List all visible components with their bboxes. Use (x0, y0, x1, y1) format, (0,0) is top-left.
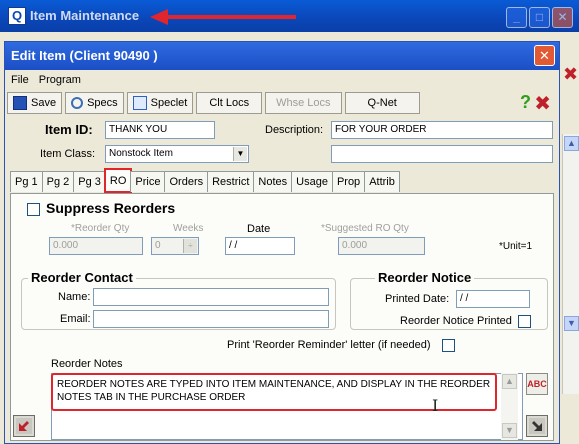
text-cursor-icon: I (432, 396, 439, 415)
speclet-button[interactable]: Speclet (126, 92, 194, 114)
maximize-button[interactable]: □ (529, 7, 550, 28)
email-field[interactable] (93, 310, 329, 328)
red-arrow-annotation (150, 9, 296, 25)
printed-date-field[interactable]: / / (456, 290, 530, 308)
item-id-field[interactable]: THANK YOU (105, 121, 215, 139)
item-class-select[interactable]: Nonstock Item ▼ (105, 145, 249, 163)
description-line2-field[interactable] (331, 145, 553, 163)
reorder-qty-field[interactable]: 0.000 (49, 237, 143, 255)
suppress-reorders-label: Suppress Reorders (46, 200, 176, 216)
date-field[interactable]: / / (225, 237, 295, 255)
suppress-reorders-checkbox[interactable] (27, 203, 40, 216)
reorder-qty-label: *Reorder Qty (71, 223, 130, 234)
email-label: Email: (60, 313, 91, 325)
item-id-label: Item ID: (45, 122, 93, 137)
specs-label: Specs (87, 97, 118, 109)
edit-item-dialog: Edit Item (Client 90490 ) ✕ File Program… (4, 41, 560, 444)
clt-locs-button[interactable]: Clt Locs (196, 92, 263, 114)
close-x-icon[interactable]: ✖ (534, 91, 551, 116)
tab-ro[interactable]: RO (103, 168, 133, 193)
menu-program[interactable]: Program (39, 74, 81, 86)
speclet-label: Speclet (150, 97, 188, 109)
name-field[interactable] (93, 288, 329, 306)
tab-restrict[interactable]: Restrict (207, 171, 255, 192)
date-label: Date (247, 223, 271, 235)
tab-attrib[interactable]: Attrib (364, 171, 400, 192)
app-icon: Q (8, 7, 26, 25)
tab-pg2[interactable]: Pg 2 (41, 171, 75, 192)
toolbar: Save Specs Speclet Clt Locs Whse Locs Q-… (7, 91, 557, 115)
help-icon[interactable]: ? (520, 92, 531, 113)
document-icon (132, 96, 147, 110)
unit-note: *Unit=1 (499, 241, 533, 252)
item-class-label: Item Class: (40, 148, 96, 160)
dialog-close-button[interactable]: ✕ (534, 45, 555, 66)
outer-close-icon[interactable]: ✖ (563, 64, 578, 85)
notes-scroll-down-icon[interactable]: ▼ (502, 423, 517, 438)
minimize-button[interactable]: _ (506, 7, 527, 28)
whse-locs-label: Whse Locs (276, 97, 331, 109)
tab-usage[interactable]: Usage (291, 171, 333, 192)
item-class-value: Nonstock Item (109, 148, 173, 159)
printed-date-label: Printed Date: (385, 293, 450, 305)
outer-window-title: Item Maintenance (30, 8, 140, 23)
tab-prop[interactable]: Prop (331, 171, 366, 192)
clt-locs-label: Clt Locs (209, 97, 250, 109)
menu-file[interactable]: File (11, 74, 29, 86)
print-reminder-label: Print 'Reorder Reminder' letter (if need… (227, 339, 431, 351)
weeks-spinner[interactable]: 0 ÷ (151, 237, 199, 255)
tab-pg1[interactable]: Pg 1 (10, 171, 43, 192)
next-record-button[interactable] (526, 415, 548, 437)
specs-button[interactable]: Specs (65, 92, 124, 114)
tab-strip: Pg 1 Pg 2 Pg 3 RO Price Orders Restrict … (10, 168, 400, 193)
suggested-ro-qty-field[interactable]: 0.000 (338, 237, 425, 255)
suggested-ro-qty-label: *Suggested RO Qty (321, 223, 409, 234)
qnet-label: Q-Net (367, 97, 397, 109)
reorder-notice-title: Reorder Notice (375, 270, 475, 285)
scroll-down-icon[interactable]: ▼ (564, 316, 579, 331)
save-label: Save (31, 97, 57, 109)
chevron-down-icon[interactable]: ▼ (233, 147, 247, 161)
notes-scroll-up-icon[interactable]: ▲ (502, 374, 517, 389)
reorder-notes-text: REORDER NOTES ARE TYPED INTO ITEM MAINTE… (51, 373, 497, 411)
tab-price[interactable]: Price (130, 171, 166, 192)
reorder-notes-label: Reorder Notes (51, 358, 123, 370)
dialog-title: Edit Item (Client 90490 ) (11, 48, 158, 63)
outer-close-button[interactable]: ✕ (552, 7, 573, 28)
reorder-notice-printed-checkbox[interactable] (518, 315, 531, 328)
outer-scrollbar[interactable]: ▲ ▼ (562, 134, 579, 394)
notes-scrollbar[interactable]: ▲ ▼ (501, 373, 518, 440)
name-label: Name: (58, 291, 91, 303)
whse-locs-button[interactable]: Whse Locs (265, 92, 342, 114)
reorder-contact-title: Reorder Contact (28, 270, 136, 285)
dialog-titlebar[interactable]: Edit Item (Client 90490 ) ✕ (5, 42, 559, 70)
tab-orders[interactable]: Orders (164, 171, 209, 192)
save-button[interactable]: Save (7, 92, 63, 114)
spell-check-icon[interactable]: ABC (526, 373, 548, 395)
weeks-value: 0 (155, 240, 161, 251)
print-reminder-checkbox[interactable] (442, 339, 455, 352)
scroll-up-icon[interactable]: ▲ (564, 136, 579, 151)
prev-record-button[interactable] (13, 415, 35, 437)
arrow-down-left-icon (16, 418, 32, 434)
floppy-disk-icon (13, 96, 27, 110)
menu-bar: File Program (5, 71, 559, 89)
description-field[interactable]: FOR YOUR ORDER (331, 121, 553, 139)
description-label: Description: (265, 124, 324, 136)
arrow-down-right-icon (529, 418, 545, 434)
tab-pg3[interactable]: Pg 3 (73, 171, 106, 192)
reorder-notice-printed-label: Reorder Notice Printed (400, 315, 512, 327)
outer-titlebar[interactable]: Q Item Maintenance _ □ ✕ (0, 0, 579, 32)
spinner-arrows-icon[interactable]: ÷ (183, 239, 197, 253)
magnifier-icon (71, 97, 84, 109)
qnet-button[interactable]: Q-Net (344, 92, 420, 114)
weeks-label: Weeks (173, 223, 204, 234)
tab-notes[interactable]: Notes (253, 171, 293, 192)
